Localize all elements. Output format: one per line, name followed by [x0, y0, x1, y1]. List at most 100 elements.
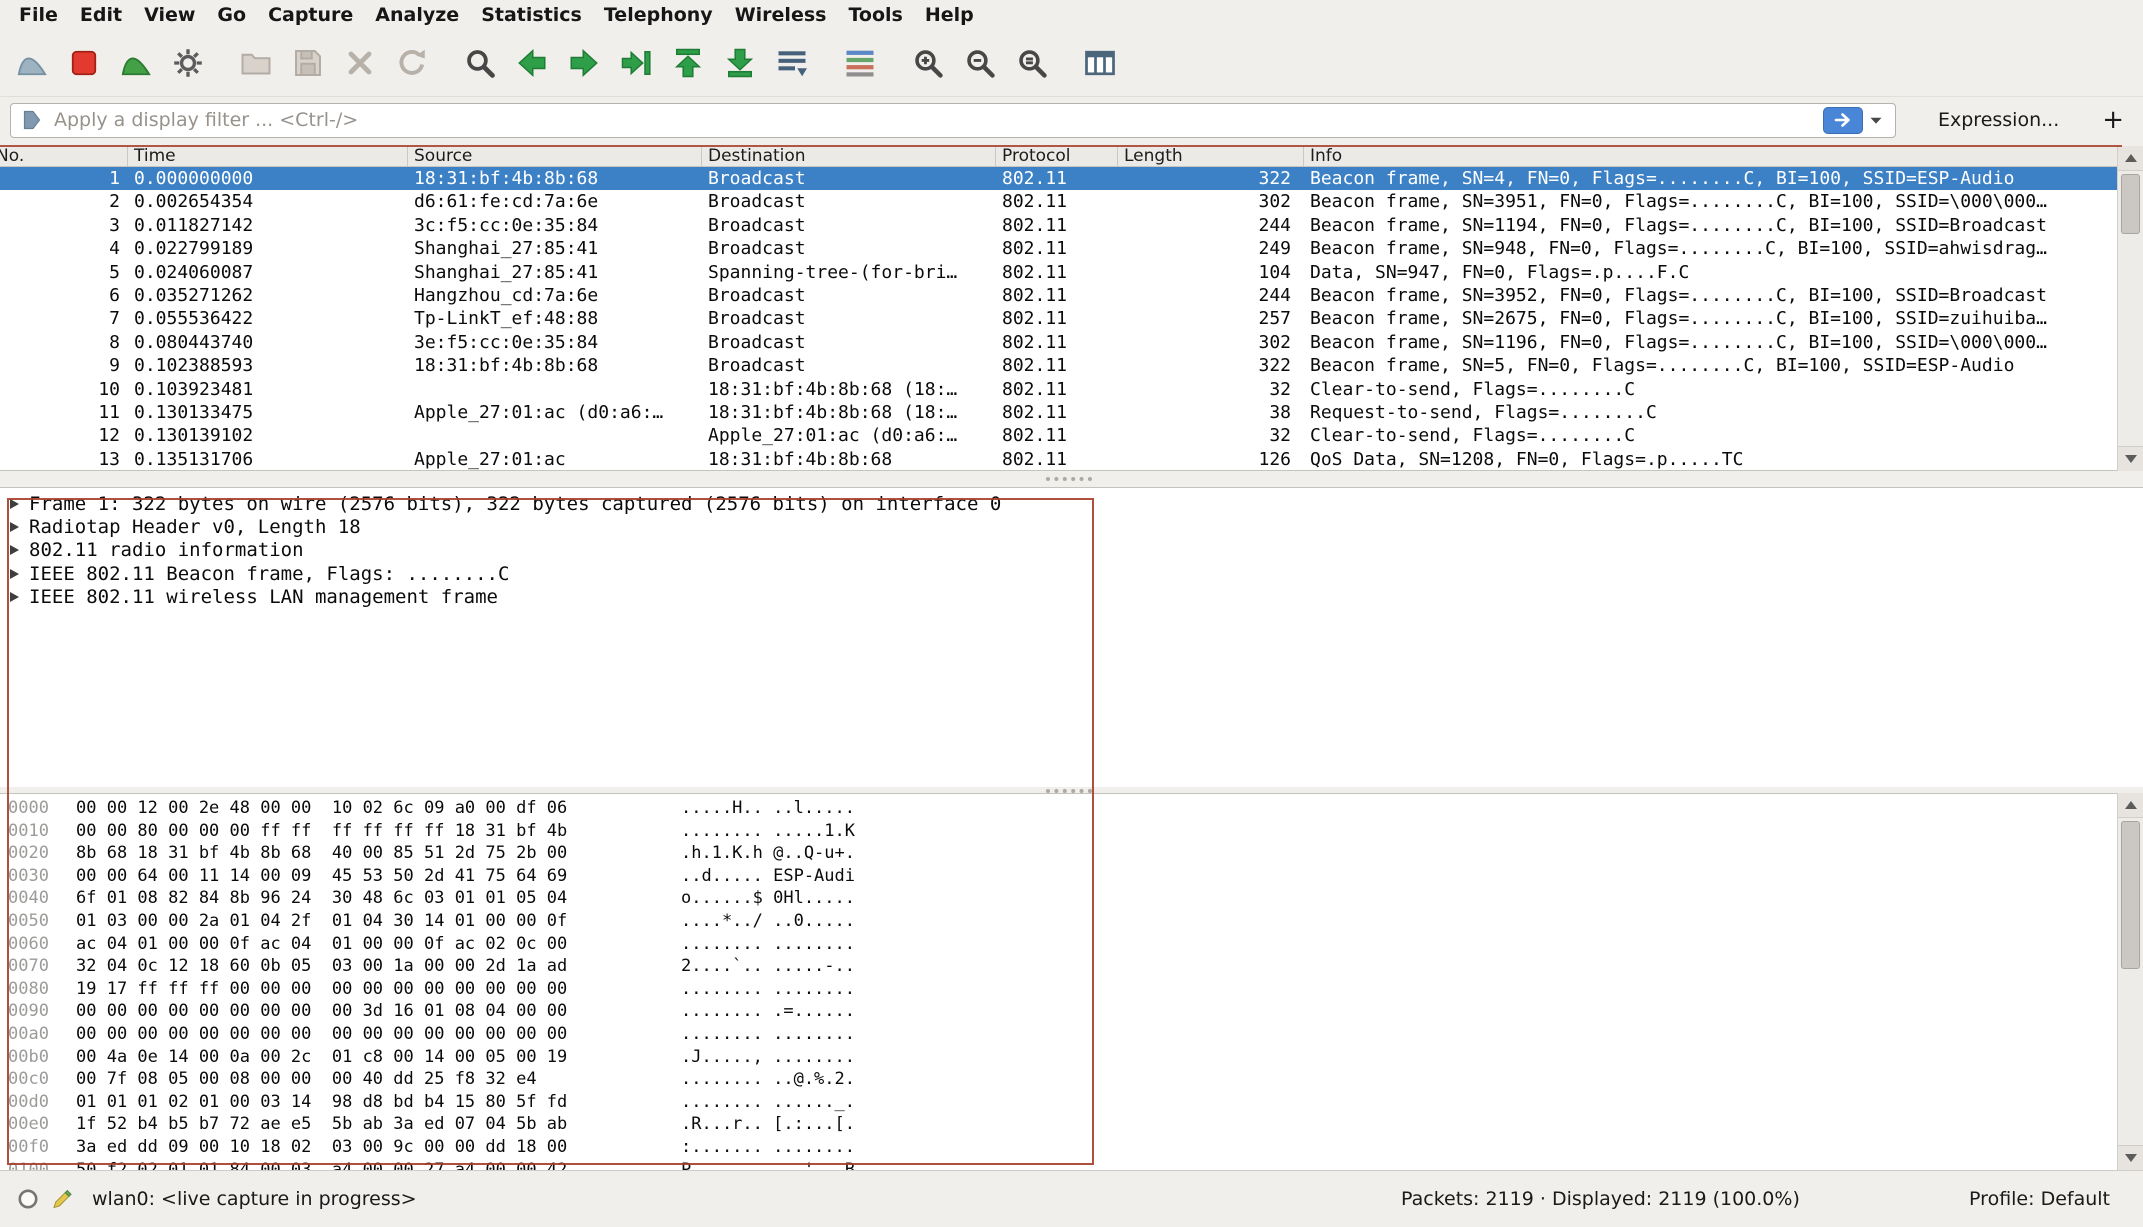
menu-item-view[interactable]: View — [133, 4, 206, 26]
capture-comment-icon[interactable] — [50, 1187, 74, 1211]
capture-options-button[interactable] — [162, 36, 214, 90]
auto-scroll-button[interactable] — [766, 36, 818, 90]
cell-source: 3c:f5:cc:0e:35:84 — [408, 214, 702, 237]
scrollbar-thumb[interactable] — [2121, 174, 2140, 234]
zoom-in-button[interactable] — [902, 36, 954, 90]
hex-row[interactable]: 00f03a ed dd 09 00 10 18 02 03 00 9c 00 … — [0, 1136, 2143, 1159]
column-header-no[interactable]: No. — [0, 146, 128, 166]
go-to-first-packet-button[interactable] — [662, 36, 714, 90]
hex-row[interactable]: 0060ac 04 01 00 00 0f ac 04 01 00 00 0f … — [0, 933, 2143, 956]
start-capture-button[interactable] — [6, 36, 58, 90]
packet-detail-row[interactable]: Radiotap Header v0, Length 18 — [0, 515, 2143, 538]
scroll-up-button[interactable] — [2118, 793, 2143, 818]
packet-row[interactable]: 10.00000000018:31:bf:4b:8b:68Broadcast80… — [0, 167, 2143, 190]
hex-row[interactable]: 00208b 68 18 31 bf 4b 8b 68 40 00 85 51 … — [0, 842, 2143, 865]
packet-bytes-pane[interactable]: 000000 00 12 00 2e 48 00 00 10 02 6c 09 … — [0, 793, 2143, 1170]
reload-file-button[interactable] — [386, 36, 438, 90]
packet-detail-row[interactable]: 802.11 radio information — [0, 539, 2143, 562]
packet-detail-row[interactable]: IEEE 802.11 Beacon frame, Flags: .......… — [0, 562, 2143, 585]
menu-item-help[interactable]: Help — [914, 4, 985, 26]
close-file-button[interactable] — [334, 36, 386, 90]
packet-row[interactable]: 80.0804437403e:f5:cc:0e:35:84Broadcast80… — [0, 331, 2143, 354]
go-to-packet-button[interactable] — [610, 36, 662, 90]
packet-row[interactable]: 90.10238859318:31:bf:4b:8b:68Broadcast80… — [0, 354, 2143, 377]
resize-columns-button[interactable] — [1074, 36, 1126, 90]
hex-row[interactable]: 00e01f 52 b4 b5 b7 72 ae e5 5b ab 3a ed … — [0, 1113, 2143, 1136]
colorize-button[interactable] — [834, 36, 886, 90]
expression-button[interactable]: Expression... — [1938, 109, 2059, 131]
packet-row[interactable]: 120.130139102Apple_27:01:ac (d0:a6:…802.… — [0, 424, 2143, 447]
hex-row[interactable]: 001000 00 80 00 00 00 ff ff ff ff ff ff … — [0, 820, 2143, 843]
packet-detail-row[interactable]: Frame 1: 322 bytes on wire (2576 bits), … — [0, 492, 2143, 515]
menu-item-statistics[interactable]: Statistics — [470, 4, 593, 26]
display-filter-input[interactable] — [54, 109, 1823, 131]
column-header-info[interactable]: Info — [1304, 146, 2143, 166]
hex-row[interactable]: 00b000 4a 0e 14 00 0a 00 2c 01 c8 00 14 … — [0, 1046, 2143, 1069]
zoom-out-button[interactable] — [954, 36, 1006, 90]
column-header-time[interactable]: Time — [128, 146, 408, 166]
scroll-up-button[interactable] — [2118, 146, 2143, 171]
menu-item-edit[interactable]: Edit — [69, 4, 133, 26]
filter-history-dropdown[interactable] — [1863, 107, 1890, 134]
scroll-down-button[interactable] — [2118, 446, 2143, 471]
profile-button[interactable]: Profile: Default — [1969, 1188, 2110, 1210]
hex-row[interactable]: 005001 03 00 00 2a 01 04 2f 01 04 30 14 … — [0, 910, 2143, 933]
display-filter-field[interactable] — [10, 103, 1896, 138]
restart-capture-button[interactable] — [110, 36, 162, 90]
scrollbar-thumb[interactable] — [2121, 821, 2140, 969]
hex-row[interactable]: 00406f 01 08 82 84 8b 96 24 30 48 6c 03 … — [0, 887, 2143, 910]
hex-row[interactable]: 010050 f2 02 01 01 84 00 03 a4 00 00 27 … — [0, 1159, 2143, 1171]
menu-item-go[interactable]: Go — [206, 4, 257, 26]
hex-row[interactable]: 008019 17 ff ff ff 00 00 00 00 00 00 00 … — [0, 978, 2143, 1001]
menu-item-tools[interactable]: Tools — [837, 4, 913, 26]
zoom-original-icon — [1014, 45, 1050, 81]
expert-info-icon[interactable] — [16, 1187, 40, 1211]
open-file-button[interactable] — [230, 36, 282, 90]
save-file-button[interactable] — [282, 36, 334, 90]
menu-item-capture[interactable]: Capture — [257, 4, 364, 26]
packet-row[interactable]: 50.024060087Shanghai_27:85:41Spanning-tr… — [0, 261, 2143, 284]
bookmark-icon[interactable] — [20, 108, 44, 132]
zoom-original-button[interactable] — [1006, 36, 1058, 90]
packet-row[interactable]: 130.135131706Apple_27:01:ac18:31:bf:4b:8… — [0, 448, 2143, 471]
hex-bytes: 19 17 ff ff ff 00 00 00 00 00 00 00 00 0… — [76, 978, 596, 1001]
add-filter-button[interactable]: + — [2093, 105, 2133, 135]
hex-row[interactable]: 007032 04 0c 12 18 60 0b 05 03 00 1a 00 … — [0, 955, 2143, 978]
hex-row[interactable]: 003000 00 64 00 11 14 00 09 45 53 50 2d … — [0, 865, 2143, 888]
packet-row[interactable]: 30.0118271423c:f5:cc:0e:35:84Broadcast80… — [0, 214, 2143, 237]
go-to-last-packet-button[interactable] — [714, 36, 766, 90]
go-back-button[interactable] — [506, 36, 558, 90]
pane-splitter-handle[interactable] — [1046, 477, 1092, 481]
packet-row[interactable]: 20.002654354d6:61:fe:cd:7a:6eBroadcast80… — [0, 190, 2143, 213]
hex-row[interactable]: 000000 00 12 00 2e 48 00 00 10 02 6c 09 … — [0, 797, 2143, 820]
hex-row[interactable]: 00a000 00 00 00 00 00 00 00 00 00 00 00 … — [0, 1023, 2143, 1046]
packet-row[interactable]: 70.055536422Tp-LinkT_ef:48:88Broadcast80… — [0, 307, 2143, 330]
hex-row[interactable]: 00d001 01 01 02 01 00 03 14 98 d8 bd b4 … — [0, 1091, 2143, 1114]
column-header-source[interactable]: Source — [408, 146, 702, 166]
cell-no: 9 — [0, 354, 128, 377]
column-header-protocol[interactable]: Protocol — [996, 146, 1118, 166]
column-header-destination[interactable]: Destination — [702, 146, 996, 166]
hex-bytes: 1f 52 b4 b5 b7 72 ae e5 5b ab 3a ed 07 0… — [76, 1113, 596, 1136]
hex-bytes: 01 01 01 02 01 00 03 14 98 d8 bd b4 15 8… — [76, 1091, 596, 1114]
packet-row[interactable]: 110.130133475Apple_27:01:ac (d0:a6:…18:3… — [0, 401, 2143, 424]
menu-item-analyze[interactable]: Analyze — [364, 4, 470, 26]
bytes-pane-scrollbar[interactable] — [2117, 793, 2143, 1170]
column-header-length[interactable]: Length — [1118, 146, 1304, 166]
packet-row[interactable]: 40.022799189Shanghai_27:85:41Broadcast80… — [0, 237, 2143, 260]
packet-detail-row[interactable]: IEEE 802.11 wireless LAN management fram… — [0, 585, 2143, 608]
menu-item-telephony[interactable]: Telephony — [593, 4, 724, 26]
stop-capture-button[interactable] — [58, 36, 110, 90]
packet-list-scrollbar[interactable] — [2117, 146, 2143, 471]
cell-destination: Apple_27:01:ac (d0:a6:… — [702, 424, 996, 447]
packet-row[interactable]: 100.10392348118:31:bf:4b:8b:68 (18:…802.… — [0, 378, 2143, 401]
find-packet-button[interactable] — [454, 36, 506, 90]
hex-row[interactable]: 00c000 7f 08 05 00 08 00 00 00 40 dd 25 … — [0, 1068, 2143, 1091]
go-forward-button[interactable] — [558, 36, 610, 90]
packet-row[interactable]: 60.035271262Hangzhou_cd:7a:6eBroadcast80… — [0, 284, 2143, 307]
menu-item-file[interactable]: File — [8, 4, 69, 26]
hex-row[interactable]: 009000 00 00 00 00 00 00 00 00 3d 16 01 … — [0, 1000, 2143, 1023]
menu-item-wireless[interactable]: Wireless — [724, 4, 838, 26]
apply-filter-button[interactable] — [1823, 107, 1863, 134]
scroll-down-button[interactable] — [2118, 1145, 2143, 1170]
